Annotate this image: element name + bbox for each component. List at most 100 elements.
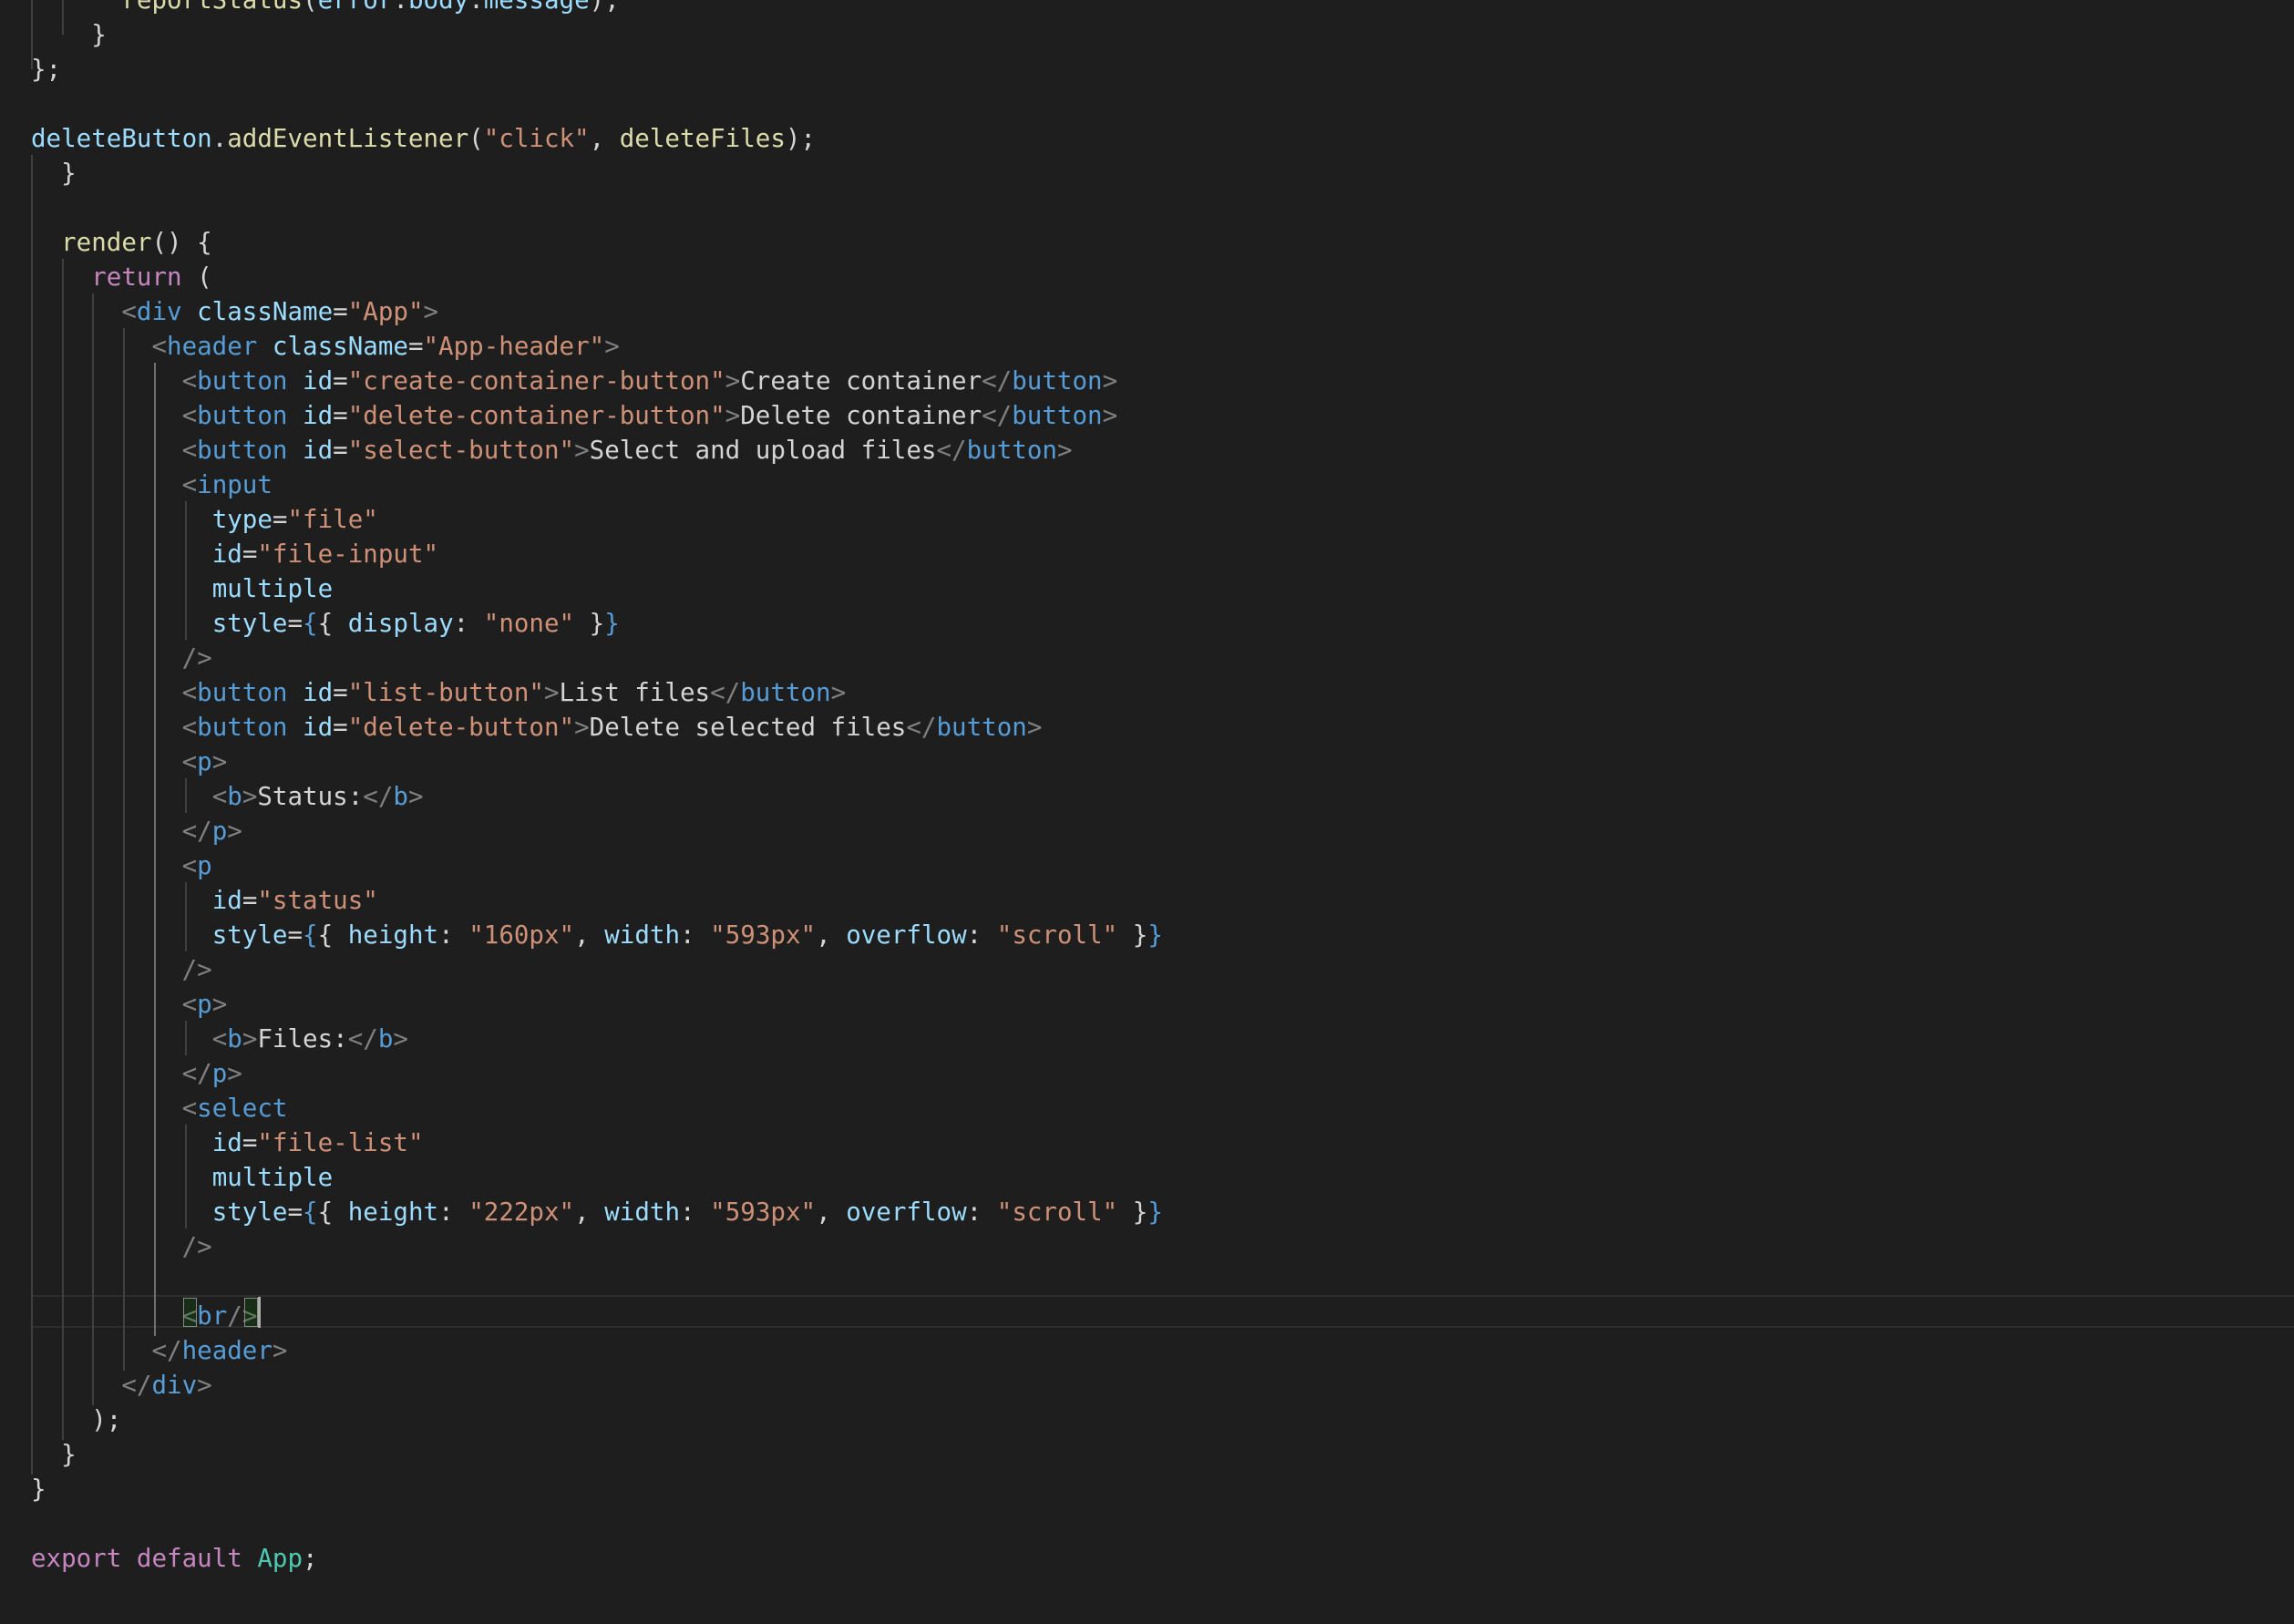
code-token: </ [181, 817, 212, 846]
code-line[interactable]: <button id="list-button">List files</but… [31, 675, 847, 710]
code-token: overflow [846, 920, 967, 950]
code-token: header [167, 332, 258, 361]
code-token: button [966, 436, 1057, 465]
code-line[interactable]: </p> [31, 814, 242, 848]
code-line[interactable]: /> [31, 1229, 212, 1264]
code-token: "App" [347, 297, 424, 326]
code-line[interactable]: /> [31, 952, 212, 987]
code-editor[interactable]: reportStatus(error.body.message); }}; del… [0, 0, 2294, 1624]
code-token: ( [468, 124, 484, 153]
code-token: () { [151, 228, 212, 257]
code-token: "delete-container-button" [347, 401, 725, 430]
code-token: height [347, 920, 439, 950]
code-line[interactable]: }; [31, 52, 61, 87]
code-token: < [211, 782, 228, 811]
code-line[interactable]: multiple [31, 571, 333, 606]
code-token: = [333, 366, 348, 396]
code-token: : [438, 1197, 469, 1227]
code-token: > [604, 332, 620, 361]
code-line[interactable]: <button id="delete-button">Delete select… [31, 710, 1043, 745]
code-token: < [181, 436, 198, 465]
code-line[interactable]: render() { [31, 225, 212, 260]
code-token: , [816, 920, 847, 950]
code-token: id [303, 678, 334, 707]
code-token: } [31, 20, 107, 49]
code-token: "593px" [710, 920, 817, 950]
code-line[interactable]: multiple [31, 1160, 333, 1195]
code-token: = [333, 436, 348, 465]
code-line[interactable]: export default App; [31, 1541, 318, 1576]
code-line[interactable]: <select [31, 1091, 288, 1125]
code-line[interactable]: style={{ height: "222px", width: "593px"… [31, 1195, 1163, 1229]
code-token: p [211, 1059, 228, 1088]
code-token: , [574, 1197, 605, 1227]
code-line[interactable]: <p [31, 848, 212, 883]
code-token: } [1117, 1197, 1148, 1227]
code-token: { [317, 920, 348, 950]
code-token: } [31, 1475, 46, 1504]
code-token: = [242, 886, 258, 915]
code-line[interactable]: /> [31, 641, 212, 675]
code-token: List files [559, 678, 711, 707]
code-line[interactable]: reportStatus(error.body.message); [31, 0, 619, 17]
code-line[interactable]: </div> [31, 1368, 211, 1403]
code-line[interactable]: id="status" [31, 883, 378, 918]
code-line[interactable]: <div className="App"> [31, 294, 438, 329]
code-token: . [468, 0, 484, 15]
code-token: < [211, 1024, 228, 1054]
code-token: < [181, 678, 198, 707]
code-token: b [377, 1024, 394, 1054]
code-token: "delete-button" [347, 713, 575, 742]
code-line[interactable]: } [31, 1437, 77, 1472]
code-token: ); [31, 1405, 122, 1434]
code-line[interactable]: } [31, 17, 107, 52]
code-token: { [303, 920, 318, 950]
code-line[interactable]: <b>Files:</b> [31, 1022, 408, 1056]
code-line[interactable]: } [31, 1472, 46, 1506]
code-line[interactable]: type="file" [31, 502, 378, 537]
code-line[interactable]: ); [31, 1403, 121, 1437]
code-line[interactable]: id="file-input" [31, 537, 438, 571]
code-line[interactable]: <br/> [31, 1299, 258, 1333]
code-token: </ [936, 436, 967, 465]
code-line[interactable]: <p> [31, 987, 228, 1022]
code-token: Create container [740, 366, 982, 396]
code-token: "file-input" [257, 540, 439, 569]
code-token: width [604, 920, 681, 950]
code-token: > [242, 1024, 258, 1054]
code-line[interactable]: <button id="select-button">Select and up… [31, 433, 1073, 468]
code-line[interactable]: } [31, 156, 77, 190]
code-line[interactable]: style={{ height: "160px", width: "593px"… [31, 918, 1163, 952]
code-token: = [333, 678, 348, 707]
code-line[interactable]: </p> [31, 1056, 242, 1091]
code-token: style [211, 609, 288, 638]
code-token: = [242, 540, 258, 569]
code-token: < [181, 713, 198, 742]
code-line[interactable]: deleteButton.addEventListener("click", d… [31, 121, 816, 156]
code-line[interactable]: <button id="create-container-button">Cre… [31, 364, 1118, 398]
code-line[interactable]: <p> [31, 745, 228, 779]
code-token: </ [710, 678, 741, 707]
code-line[interactable]: <b>Status:</b> [31, 779, 424, 814]
code-line[interactable]: </header> [31, 1333, 287, 1368]
code-line[interactable]: return ( [31, 260, 211, 294]
code-line[interactable]: <header className="App-header"> [31, 329, 620, 364]
code-token: button [740, 678, 831, 707]
code-line[interactable]: style={{ display: "none" }} [31, 606, 620, 641]
code-token: br [197, 1301, 228, 1331]
code-line[interactable]: id="file-list" [31, 1125, 424, 1160]
code-line[interactable]: <input [31, 468, 273, 502]
code-token: /> [181, 955, 212, 984]
code-token: = [242, 1128, 258, 1157]
code-line[interactable]: <button id="delete-container-button">Del… [31, 398, 1118, 433]
